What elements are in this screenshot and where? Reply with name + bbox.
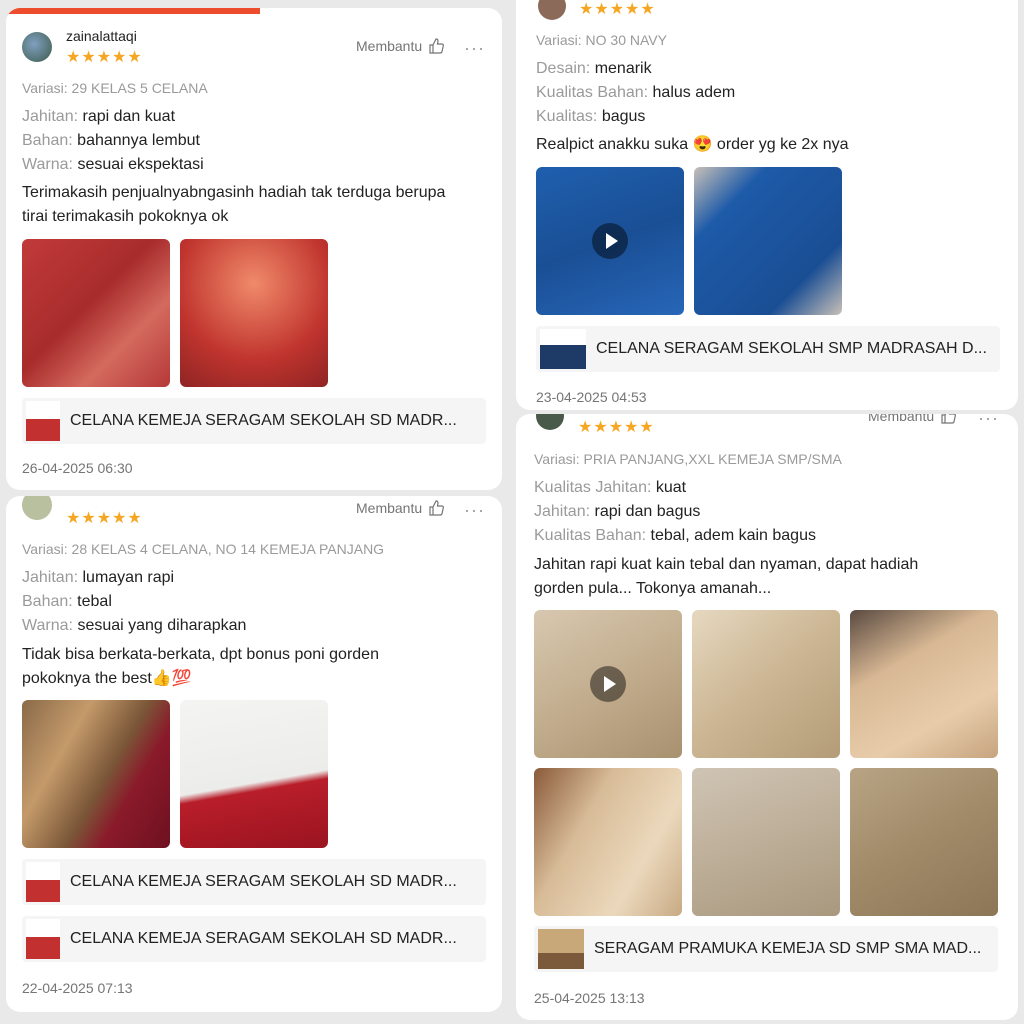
attribute-row: Warna: sesuai ekspektasi <box>22 156 204 173</box>
review-card-3: ★★★★★ Membantu ··· Variasi: 28 KELAS 4 C… <box>6 496 502 1012</box>
review-photo[interactable] <box>692 610 840 758</box>
product-thumbnail <box>26 401 60 441</box>
helpful-button[interactable]: Membantu <box>356 500 445 516</box>
variant-label: Variasi: NO 30 NAVY <box>536 32 667 48</box>
product-link[interactable]: CELANA SERAGAM SEKOLAH SMP MADRASAH D... <box>536 326 1000 372</box>
attribute-row: Desain: menarik <box>536 60 652 77</box>
avatar[interactable] <box>22 496 52 520</box>
product-name: CELANA SERAGAM SEKOLAH SMP MADRASAH D... <box>596 340 987 357</box>
review-photo[interactable] <box>850 610 998 758</box>
review-card-2: ★★★★★ Variasi: NO 30 NAVY Desain: menari… <box>516 0 1018 410</box>
more-options-icon[interactable]: ··· <box>464 501 485 519</box>
more-options-icon[interactable]: ··· <box>978 414 999 427</box>
play-icon[interactable] <box>592 223 628 259</box>
heart-eyes-emoji: 😍 <box>692 136 713 153</box>
review-text: Terimakasih penjualnyabngasinh hadiah ta… <box>22 184 446 225</box>
product-thumbnail <box>26 862 60 902</box>
review-card-1: zainalattaqi ★★★★★ Membantu ··· Variasi:… <box>6 8 502 490</box>
attribute-row: Warna: sesuai yang diharapkan <box>22 617 247 634</box>
product-name: CELANA KEMEJA SERAGAM SEKOLAH SD MADR... <box>70 873 457 890</box>
review-photo[interactable] <box>180 700 328 848</box>
variant-label: Variasi: PRIA PANJANG,XXL KEMEJA SMP/SMA <box>534 451 842 467</box>
review-photo[interactable] <box>850 768 998 916</box>
thumbs-up-icon <box>941 414 957 424</box>
attribute-row: Jahitan: rapi dan kuat <box>22 108 176 125</box>
product-name: CELANA KEMEJA SERAGAM SEKOLAH SD MADR... <box>70 412 457 429</box>
review-date: 26-04-2025 06:30 <box>22 460 133 476</box>
product-link[interactable]: CELANA KEMEJA SERAGAM SEKOLAH SD MADR... <box>22 916 486 962</box>
more-options-icon[interactable]: ··· <box>464 39 485 57</box>
helpful-button[interactable]: Membantu <box>356 38 445 54</box>
review-date: 23-04-2025 04:53 <box>536 389 647 405</box>
avatar[interactable] <box>538 0 566 20</box>
attribute-row: Bahan: tebal <box>22 593 112 610</box>
attribute-row: Kualitas Bahan: tebal, adem kain bagus <box>534 527 816 544</box>
product-link[interactable]: CELANA KEMEJA SERAGAM SEKOLAH SD MADR... <box>22 398 486 444</box>
review-date: 22-04-2025 07:13 <box>22 980 133 996</box>
thumbs-up-icon <box>429 38 445 54</box>
product-thumbnail <box>540 329 586 369</box>
play-icon[interactable] <box>590 666 626 702</box>
review-date: 25-04-2025 13:13 <box>534 990 645 1006</box>
helpful-button[interactable]: Membantu <box>868 414 957 424</box>
review-photo[interactable] <box>534 768 682 916</box>
helpful-label: Membantu <box>356 500 423 516</box>
product-link[interactable]: SERAGAM PRAMUKA KEMEJA SD SMP SMA MAD... <box>534 926 998 972</box>
attribute-row: Kualitas Bahan: halus adem <box>536 84 736 101</box>
product-thumbnail <box>26 919 60 959</box>
attribute-row: Kualitas Jahitan: kuat <box>534 479 687 496</box>
product-thumbnail <box>538 929 584 969</box>
avatar[interactable] <box>22 32 52 62</box>
product-link[interactable]: CELANA KEMEJA SERAGAM SEKOLAH SD MADR... <box>22 859 486 905</box>
variant-label: Variasi: 29 KELAS 5 CELANA <box>22 80 208 96</box>
helpful-label: Membantu <box>356 38 423 54</box>
variant-label: Variasi: 28 KELAS 4 CELANA, NO 14 KEMEJA… <box>22 541 385 557</box>
avatar[interactable] <box>536 414 564 430</box>
review-photo[interactable] <box>180 239 328 387</box>
review-photo[interactable] <box>694 167 842 315</box>
accent-bar <box>6 8 260 14</box>
review-photo[interactable] <box>22 239 170 387</box>
product-name: SERAGAM PRAMUKA KEMEJA SD SMP SMA MAD... <box>594 940 982 957</box>
review-video[interactable] <box>534 610 682 758</box>
rating-stars: ★★★★★ <box>66 510 143 527</box>
review-text: Jahitan rapi kuat kain tebal dan nyaman,… <box>534 556 919 597</box>
attribute-row: Jahitan: rapi dan bagus <box>534 503 701 520</box>
review-photo[interactable] <box>22 700 170 848</box>
review-text: Tidak bisa berkata-berkata, dpt bonus po… <box>22 646 379 687</box>
helpful-label: Membantu <box>868 414 935 424</box>
attribute-row: Jahitan: lumayan rapi <box>22 569 175 586</box>
rating-stars: ★★★★★ <box>578 419 655 436</box>
username[interactable]: zainalattaqi <box>66 28 137 44</box>
review-card-4: ★★★★★ Membantu ··· Variasi: PRIA PANJANG… <box>516 414 1018 1020</box>
review-photo[interactable] <box>692 768 840 916</box>
thumbs-up-icon <box>429 500 445 516</box>
attribute-row: Bahan: bahannya lembut <box>22 132 200 149</box>
attribute-row: Kualitas: bagus <box>536 108 646 125</box>
product-name: CELANA KEMEJA SERAGAM SEKOLAH SD MADR... <box>70 930 457 947</box>
review-video[interactable] <box>536 167 684 315</box>
review-text: Realpict anakku suka 😍 order yg ke 2x ny… <box>536 136 849 153</box>
rating-stars: ★★★★★ <box>66 49 143 66</box>
rating-stars: ★★★★★ <box>579 1 656 18</box>
